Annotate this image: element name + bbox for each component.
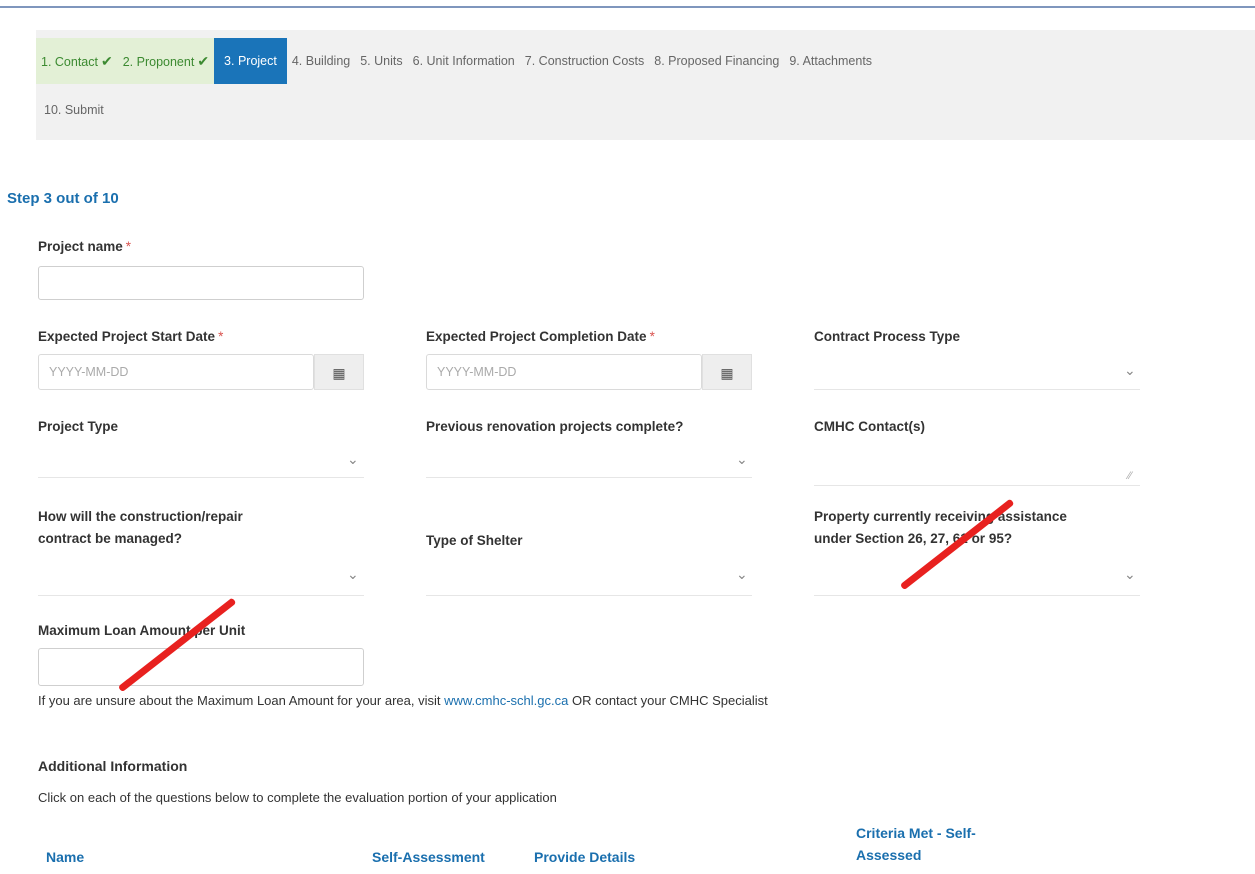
project-name-label: Project name * (38, 239, 132, 254)
step-progress-text: Step 3 out of 10 (7, 190, 119, 207)
contract-process-type-label: Contract Process Type (814, 329, 961, 344)
max-loan-label: Maximum Loan Amount per Unit (38, 623, 246, 638)
step-unit-information[interactable]: 6. Unit Information (408, 38, 520, 84)
cmhc-contacts-label: CMHC Contact(s) (814, 419, 925, 434)
shelter-type-label: Type of Shelter (426, 533, 523, 548)
step-units[interactable]: 5. Units (355, 38, 407, 84)
contract-managed-label: How will the construction/repair contrac… (38, 509, 243, 546)
column-header-provide-details: Provide Details (534, 849, 636, 865)
required-marker: * (125, 239, 132, 254)
column-header-criteria-met: Criteria Met - Self- Assessed (856, 825, 976, 863)
additional-information-heading: Additional Information (38, 758, 188, 774)
project-type-select[interactable] (38, 444, 364, 478)
step-label: 5. Units (360, 54, 403, 68)
project-type-label: Project Type (38, 419, 119, 434)
column-header-name: Name (46, 849, 85, 865)
shelter-type-select[interactable] (426, 562, 752, 596)
step-label: 3. Project (224, 54, 277, 68)
step-label: 10. Submit (44, 103, 104, 117)
required-marker: * (649, 329, 655, 344)
calendar-icon[interactable]: ▦ (314, 354, 364, 390)
wizard-steps-row: 1. Contact ✔ 2. Proponent ✔ 3. Project 4. … (36, 38, 877, 84)
step-label: 7. Construction Costs (524, 54, 645, 68)
step-proposed-financing[interactable]: 8. Proposed Financing (649, 38, 784, 84)
step-submit[interactable]: 10. Submit (44, 103, 104, 117)
chevron-down-icon: ⌄ (1124, 566, 1136, 582)
chevron-down-icon: ⌄ (736, 451, 748, 467)
max-loan-help-text: If you are unsure about the Maximum Loan… (38, 693, 768, 708)
step-project[interactable]: 3. Project (214, 38, 287, 84)
top-border (0, 6, 1255, 8)
resize-handle-icon[interactable]: ⁄⁄ (1128, 470, 1132, 482)
step-building[interactable]: 4. Building (287, 38, 355, 84)
previous-renovation-select[interactable] (426, 444, 752, 478)
step-label: 8. Proposed Financing (654, 54, 780, 68)
step-contact[interactable]: 1. Contact ✔ (36, 38, 118, 84)
cmhc-website-link[interactable]: www.cmhc-schl.gc.ca (444, 693, 568, 708)
step-proponent[interactable]: 2. Proponent ✔ (117, 38, 215, 84)
step-label: 6. Unit Information (412, 54, 515, 68)
property-assistance-select[interactable] (814, 562, 1140, 596)
column-header-self-assessment: Self-Assessment (372, 849, 485, 865)
start-date-label: Expected Project Start Date * (38, 329, 224, 344)
completion-date-input[interactable]: YYYY-MM-DD (426, 354, 702, 390)
chevron-down-icon: ⌄ (1124, 362, 1136, 378)
step-attachments[interactable]: 9. Attachments (784, 38, 877, 84)
step-label: 1. Contact (41, 55, 98, 69)
additional-information-instructions: Click on each of the questions below to … (38, 790, 557, 805)
step-label: 9. Attachments (789, 54, 873, 68)
step-construction-costs[interactable]: 7. Construction Costs (520, 38, 650, 84)
calendar-icon[interactable]: ▦ (702, 354, 752, 390)
checkmark-icon: ✔ (100, 53, 113, 69)
chevron-down-icon: ⌄ (736, 566, 748, 582)
cmhc-contacts-select[interactable] (814, 446, 1140, 486)
contract-process-type-select[interactable] (814, 356, 1140, 390)
start-date-input[interactable]: YYYY-MM-DD (38, 354, 314, 390)
contract-managed-select[interactable] (38, 562, 364, 596)
required-marker: * (218, 329, 224, 344)
chevron-down-icon: ⌄ (347, 566, 359, 582)
property-assistance-label: Property currently receiving assistance … (814, 509, 1067, 546)
checkmark-icon: ✔ (197, 53, 210, 69)
step-label: 2. Proponent (122, 55, 195, 69)
max-loan-input[interactable] (38, 648, 364, 686)
project-name-input[interactable] (38, 266, 364, 300)
completion-date-label: Expected Project Completion Date * (426, 329, 655, 344)
chevron-down-icon: ⌄ (347, 451, 359, 467)
previous-renovation-label: Previous renovation projects complete? (426, 419, 684, 434)
step-label: 4. Building (291, 54, 351, 68)
